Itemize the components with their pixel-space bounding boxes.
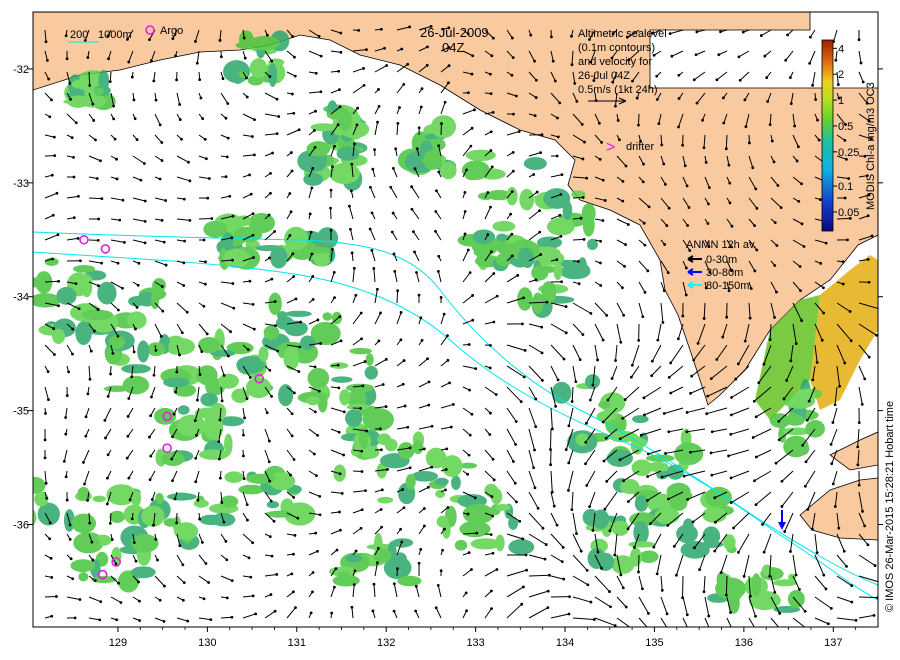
colorbar-tick-label: 0.1 — [838, 181, 853, 193]
time-title: 04Z — [442, 40, 464, 55]
date-title: 26-Jul-2009 — [420, 25, 489, 40]
colorbar-tick-label: 4 — [838, 43, 844, 55]
x-tick-label: 137 — [824, 637, 842, 649]
altimetry-line-3: and velocity for — [578, 56, 652, 68]
y-tick-label: -34 — [13, 292, 29, 304]
x-tick-label: 130 — [198, 637, 216, 649]
map-figure: > drifter 129 130 131 132 133 134 135 136 137 -3… — [13, 11, 896, 649]
altimetry-line-1: Altimetric sealevel — [578, 28, 667, 40]
colorbar-tick-label: 2 — [838, 69, 844, 81]
colorbar-tick-label: 1 — [838, 95, 844, 107]
bathy-legend-a: 200 — [70, 29, 88, 41]
drifter-label: drifter — [626, 141, 654, 153]
x-tick-label: 129 — [109, 637, 127, 649]
colorbar-tick-label: 0.05 — [838, 207, 859, 219]
y-tick-label: -32 — [13, 64, 29, 76]
altimetry-line-5: 0.5m/s (1kt 24h) — [578, 84, 657, 96]
x-tick-label: 135 — [645, 637, 663, 649]
colorbar-tick-label: 0.5 — [838, 121, 853, 133]
altimetry-line-4: 26-Jul 04Z — [578, 70, 630, 82]
x-tick-label: 134 — [556, 637, 574, 649]
x-tick-label: 131 — [288, 637, 306, 649]
altimetry-line-2: (0.1m contours) — [578, 42, 655, 54]
y-tick-label: -35 — [13, 406, 29, 418]
colorbar-label: MODIS Chl-a mg/m3 OC3 — [865, 82, 877, 210]
svg-text:30-80m: 30-80m — [706, 267, 743, 279]
credit-text: © IMOS 26-Mar-2015 15:28:21 Hobart time — [884, 401, 896, 612]
argo-legend-label: Argo — [160, 25, 183, 37]
x-tick-label: 133 — [466, 637, 484, 649]
y-tick-label: -36 — [13, 520, 29, 532]
svg-text:0-30m: 0-30m — [706, 254, 737, 266]
x-axis: 129 130 131 132 133 134 135 136 137 — [109, 627, 857, 649]
y-tick-label: -33 — [13, 178, 29, 190]
drifter-icon: > — [606, 139, 615, 156]
colorbar — [821, 39, 834, 232]
x-tick-label: 132 — [377, 637, 395, 649]
colorbar-tick-label: 0.25 — [838, 147, 859, 159]
anmn-title: ANMN 12h av. — [686, 239, 757, 251]
svg-text:80-150m: 80-150m — [706, 280, 749, 292]
bathy-legend-b: 1000m — [98, 29, 132, 41]
x-tick-label: 136 — [735, 637, 753, 649]
